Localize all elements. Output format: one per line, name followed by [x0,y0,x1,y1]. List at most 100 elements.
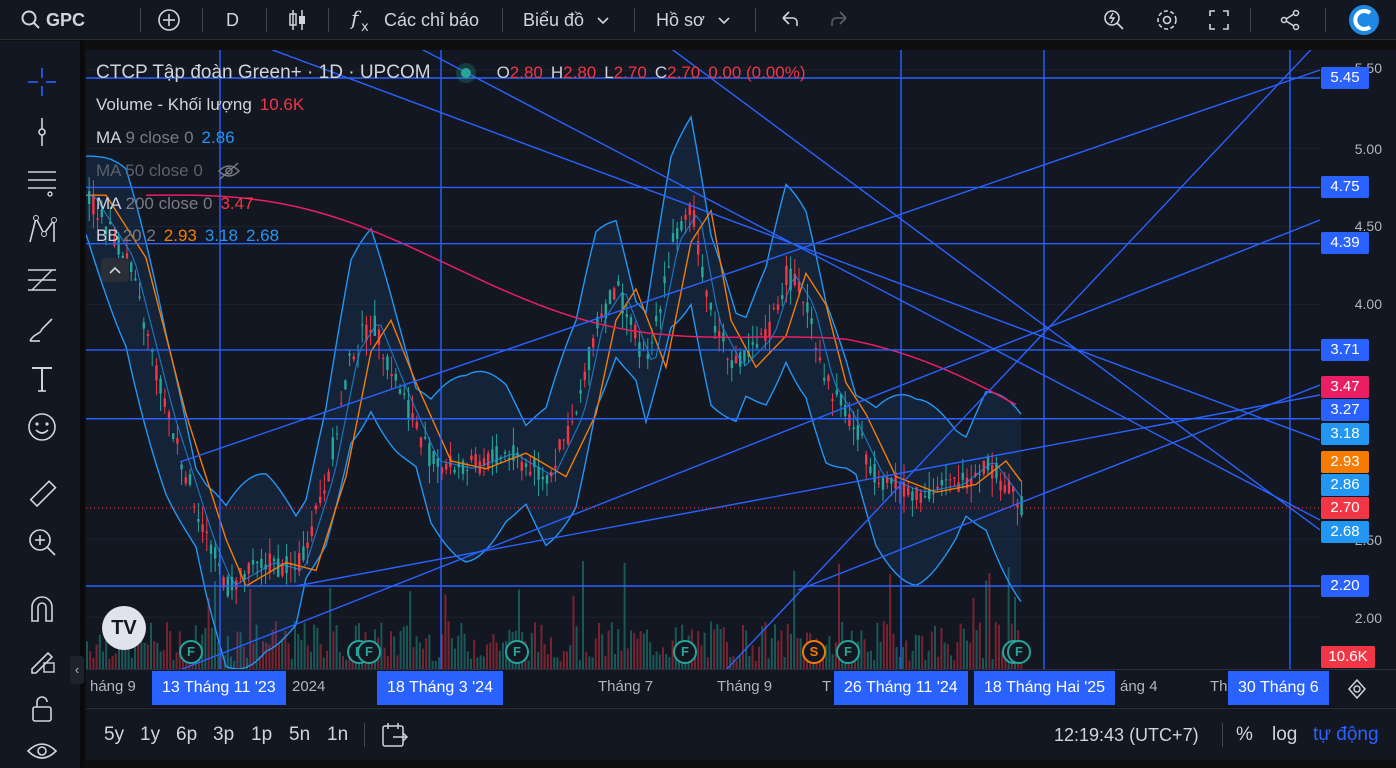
eye-icon[interactable] [26,735,58,767]
crosshair-icon[interactable] [26,66,58,98]
event-marker[interactable]: F [179,640,203,664]
volume-bar [652,655,655,669]
volume-bar [633,632,636,669]
event-marker[interactable]: F [1007,640,1031,664]
lightning-search-icon[interactable] [1102,8,1126,32]
pattern-icon[interactable] [26,214,58,246]
candle-body [718,331,721,337]
redo-icon[interactable] [828,8,852,32]
text-icon[interactable] [26,363,58,395]
candle-body [319,496,322,503]
event-marker[interactable]: F [505,640,529,664]
legend-ma9-row[interactable]: MA 9 close 0 2.86 [96,128,235,148]
search-icon [21,10,40,29]
log-scale-toggle[interactable]: log [1272,709,1297,761]
brush-icon[interactable] [26,313,58,345]
time-tick: Th [1210,678,1228,695]
candle-body [852,427,855,430]
magnet-icon[interactable] [26,593,58,625]
volume-badge: 10.6K [1321,646,1375,668]
candle-body [541,476,544,480]
fib-icon[interactable] [26,264,58,296]
volume-bar [114,653,117,669]
brand-logo-icon[interactable] [1348,4,1380,36]
scroll-left-button[interactable]: ‹ [70,656,84,684]
range-5d-button[interactable]: 5n [289,709,310,761]
symbol-search-button[interactable]: GPC [20,0,85,40]
volume-bar [716,624,719,669]
chart-pane[interactable] [86,50,1320,669]
chevron-up-icon [109,266,121,274]
candlestick-icon[interactable] [285,8,309,32]
volume-bar [466,651,469,669]
time-tick: háng 9 [90,678,136,695]
gear-icon[interactable] [1155,8,1179,32]
candle-body [579,390,582,394]
candle-body [940,479,943,486]
candle-body [751,342,754,345]
fx-icon: fx [350,7,369,33]
volume-bar [431,660,434,669]
candle-body [592,338,595,348]
volume-bar [649,642,652,669]
split-marker[interactable]: S [802,640,826,664]
ma200-params: 200 close 0 [125,194,213,213]
tradingview-logo[interactable]: TV [102,606,146,650]
indicators-button[interactable]: fx Các chỉ báo [350,0,479,40]
volume-bar [620,651,623,669]
range-1d-button[interactable]: 1n [327,709,348,761]
percent-scale-toggle[interactable]: % [1236,709,1253,761]
chart-layout-dropdown[interactable]: Biểu đồ [523,0,610,40]
volume-bar [338,652,341,669]
zoom-in-icon[interactable] [26,526,58,558]
legend-close: 2.70 [667,63,701,82]
unlock-icon[interactable] [26,693,58,725]
event-marker[interactable]: F [673,640,697,664]
candle-body [932,493,935,495]
auto-scale-toggle[interactable]: tự động [1313,709,1379,761]
volume-bar [306,645,309,669]
candle-body [138,296,141,298]
price-tick: 2.00 [1354,610,1382,626]
calendar-goto-icon[interactable] [381,722,409,748]
range-1y-button[interactable]: 1y [140,709,160,761]
volume-bar [402,626,405,669]
emoji-icon[interactable] [26,411,58,443]
volume-bar [994,621,997,669]
share-icon[interactable] [1278,8,1302,32]
gear-icon[interactable] [1346,678,1368,700]
candle-body [571,421,574,423]
volume-bar [988,573,991,669]
range-5y-button[interactable]: 5y [104,709,124,761]
trend-line-icon[interactable] [26,116,58,148]
lock-drawing-icon[interactable] [26,643,58,675]
candle-body [209,544,213,554]
event-marker[interactable]: F [836,640,860,664]
legend-ma50-row[interactable]: MA 50 close 0 [96,161,241,181]
undo-icon[interactable] [777,8,801,32]
legend-volume-row[interactable]: Volume - Khối lượng 10.6K [96,95,304,115]
profile-dropdown[interactable]: Hồ sơ [656,0,731,40]
plus-circle-icon[interactable] [157,8,181,32]
event-marker[interactable]: F [357,640,381,664]
eye-off-icon[interactable] [217,161,241,181]
candle-body [146,334,150,336]
range-3m-button[interactable]: 3p [213,709,234,761]
horizontal-lines-icon[interactable] [26,166,58,198]
candle-body [802,302,805,304]
volume-bar [879,641,882,669]
time-scale[interactable]: háng 9 2024 Tháng 7 Tháng 9 T áng 4 Th 1… [86,669,1396,707]
legend-bb-row[interactable]: BB 20 2 2.93 3.18 2.68 [96,226,279,246]
candle-body [197,518,200,522]
range-1m-button[interactable]: 1p [251,709,272,761]
interval-button[interactable]: D [226,0,239,40]
candle-body [961,472,964,481]
range-6m-button[interactable]: 6p [176,709,197,761]
fullscreen-icon[interactable] [1207,8,1231,32]
clock-timezone[interactable]: 12:19:43 (UTC+7) [1054,709,1199,761]
legend-ma200-row[interactable]: MA 200 close 0 3.47 [96,194,254,214]
ruler-icon[interactable] [26,478,58,510]
legend-collapse-button[interactable] [101,258,129,282]
volume-bar [783,657,786,669]
candle-body [676,228,679,239]
